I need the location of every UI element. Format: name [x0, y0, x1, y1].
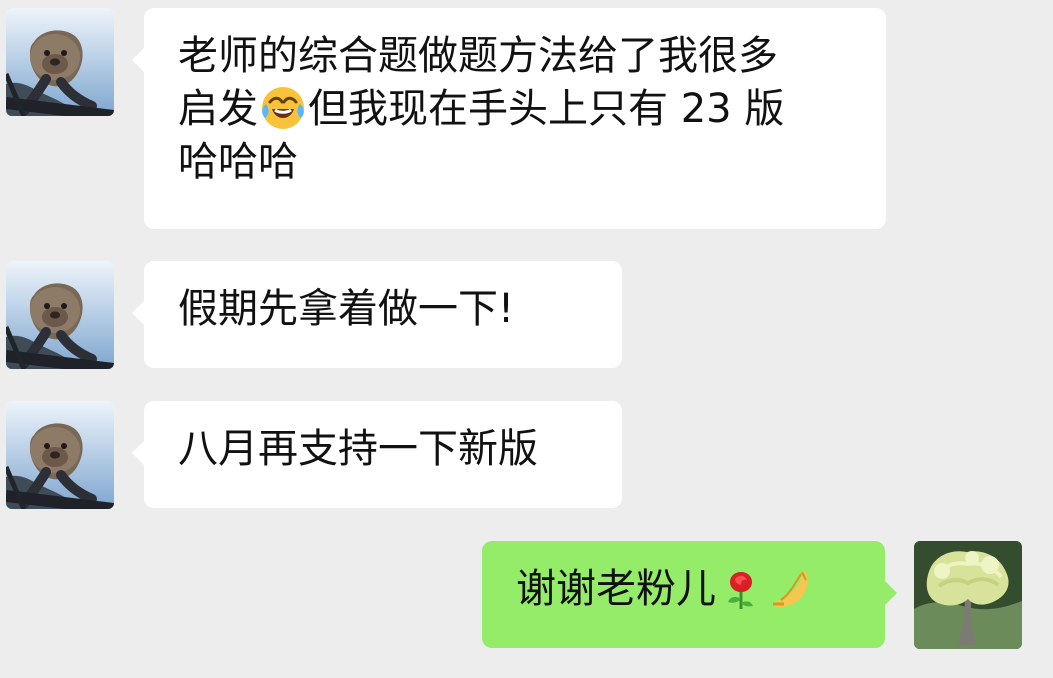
outgoing-avatar[interactable]: [914, 541, 1022, 649]
tree-avatar-icon: [914, 541, 1022, 649]
message-1-line-2-text: 启发: [178, 86, 258, 132]
outgoing-message-1: 谢谢老粉儿: [482, 541, 897, 648]
incoming-message-1: 老师的综合题做题方法给了我很多 启发 但我现在手头上只有 23 版 哈哈哈: [132, 8, 886, 229]
incoming-avatar[interactable]: [6, 401, 114, 509]
folded-hands-icon: [767, 564, 815, 612]
incoming-avatar[interactable]: [6, 8, 114, 116]
message-1-line-3: 哈哈哈: [178, 139, 298, 185]
otter-avatar-icon: [6, 8, 114, 116]
incoming-message-3: 八月再支持一下新版: [132, 401, 622, 508]
chat-window: 老师的综合题做题方法给了我很多 启发 但我现在手头上只有 23 版 哈哈哈 假期…: [0, 0, 1053, 678]
message-4-line-1: 谢谢老粉儿: [516, 563, 855, 616]
message-1-line-1: 老师的综合题做题方法给了我很多: [178, 33, 778, 79]
otter-avatar-icon: [6, 261, 114, 369]
rose-icon: [717, 564, 765, 612]
incoming-message-2: 假期先拿着做一下!: [132, 261, 622, 368]
incoming-avatar[interactable]: [6, 261, 114, 369]
message-2-line-1: 假期先拿着做一下!: [178, 286, 515, 332]
otter-avatar-icon: [6, 401, 114, 509]
message-3-line-1: 八月再支持一下新版: [178, 426, 538, 472]
message-1-line-2: 启发 但我现在手头上只有 23 版: [178, 83, 856, 136]
message-1-line-2-continued: 但我现在手头上只有 23 版: [308, 86, 785, 132]
message-4-text: 谢谢老粉儿: [516, 566, 716, 612]
tears-of-joy-icon: [259, 84, 307, 132]
